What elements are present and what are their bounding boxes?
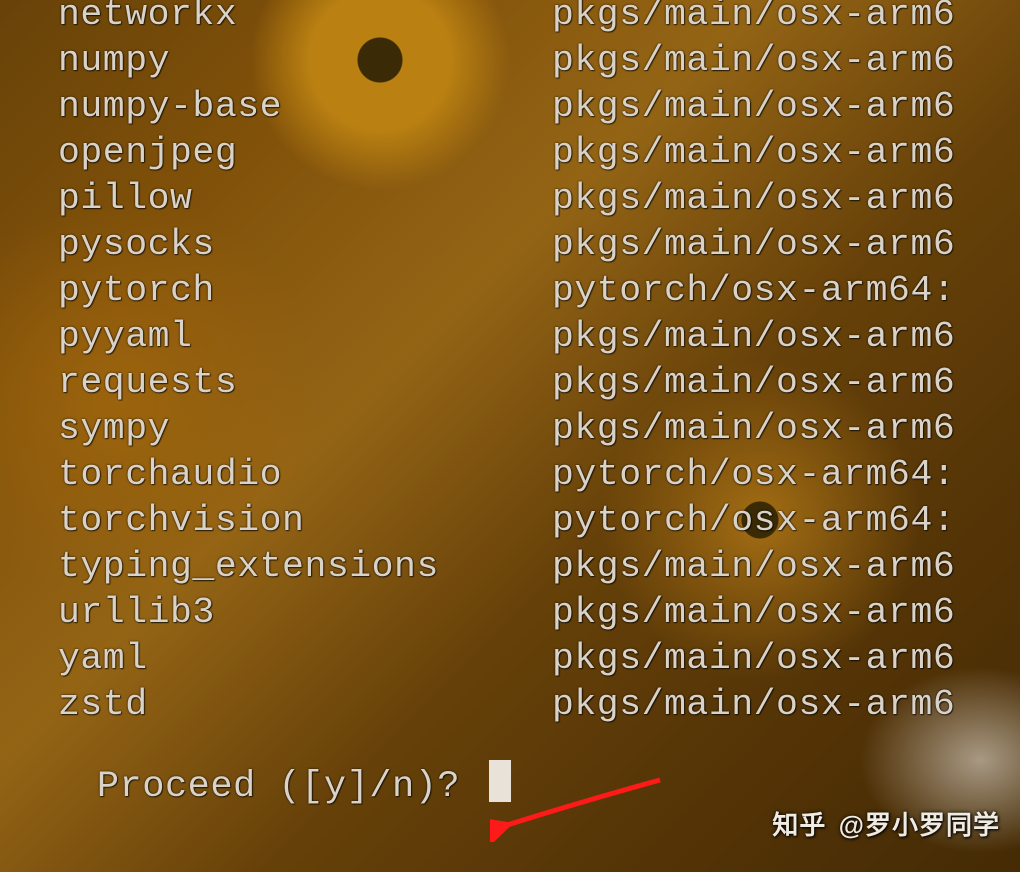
package-source: pytorch/osx-arm64: [552, 268, 955, 314]
package-name: sympy [6, 406, 552, 452]
package-name: urllib3 [6, 590, 552, 636]
package-row: urllib3pkgs/main/osx-arm6 [6, 590, 1020, 636]
package-source: pytorch/osx-arm64: [552, 452, 955, 498]
package-row: typing_extensionspkgs/main/osx-arm6 [6, 544, 1020, 590]
prompt-line[interactable]: Proceed ([y]/n)? [6, 708, 511, 856]
package-source: pkgs/main/osx-arm6 [552, 590, 955, 636]
package-row: numpy-basepkgs/main/osx-arm6 [6, 84, 1020, 130]
package-name: pytorch [6, 268, 552, 314]
package-row: pysockspkgs/main/osx-arm6 [6, 222, 1020, 268]
package-name: requests [6, 360, 552, 406]
package-source: pkgs/main/osx-arm6 [552, 636, 955, 682]
package-list: networkxpkgs/main/osx-arm6numpypkgs/main… [6, 0, 1020, 728]
package-source: pkgs/main/osx-arm6 [552, 682, 955, 728]
cursor[interactable] [489, 760, 511, 802]
package-name: pillow [6, 176, 552, 222]
package-row: networkxpkgs/main/osx-arm6 [6, 0, 1020, 38]
package-name: torchvision [6, 498, 552, 544]
prompt-text: Proceed ([y]/n)? [97, 766, 483, 808]
package-name: yaml [6, 636, 552, 682]
package-source: pkgs/main/osx-arm6 [552, 84, 955, 130]
package-source: pkgs/main/osx-arm6 [552, 38, 955, 84]
watermark: 知乎 @罗小罗同学 [772, 805, 1000, 842]
package-source: pkgs/main/osx-arm6 [552, 176, 955, 222]
package-name: numpy [6, 38, 552, 84]
package-source: pkgs/main/osx-arm6 [552, 406, 955, 452]
package-row: openjpegpkgs/main/osx-arm6 [6, 130, 1020, 176]
package-source: pytorch/osx-arm64: [552, 498, 955, 544]
package-source: pkgs/main/osx-arm6 [552, 544, 955, 590]
package-name: torchaudio [6, 452, 552, 498]
package-row: numpypkgs/main/osx-arm6 [6, 38, 1020, 84]
package-row: sympypkgs/main/osx-arm6 [6, 406, 1020, 452]
package-source: pkgs/main/osx-arm6 [552, 222, 955, 268]
package-name: networkx [6, 0, 552, 38]
package-row: yamlpkgs/main/osx-arm6 [6, 636, 1020, 682]
package-row: torchaudiopytorch/osx-arm64: [6, 452, 1020, 498]
watermark-site: 知乎 [772, 810, 826, 840]
terminal-output: networkxpkgs/main/osx-arm6numpypkgs/main… [0, 0, 1020, 872]
package-name: pyyaml [6, 314, 552, 360]
package-row: requestspkgs/main/osx-arm6 [6, 360, 1020, 406]
package-row: pillowpkgs/main/osx-arm6 [6, 176, 1020, 222]
package-name: openjpeg [6, 130, 552, 176]
package-row: torchvisionpytorch/osx-arm64: [6, 498, 1020, 544]
watermark-handle: @罗小罗同学 [839, 810, 1000, 840]
package-row: pytorchpytorch/osx-arm64: [6, 268, 1020, 314]
package-source: pkgs/main/osx-arm6 [552, 130, 955, 176]
package-name: numpy-base [6, 84, 552, 130]
package-name: pysocks [6, 222, 552, 268]
package-name: typing_extensions [6, 544, 552, 590]
package-source: pkgs/main/osx-arm6 [552, 360, 955, 406]
package-source: pkgs/main/osx-arm6 [552, 0, 955, 38]
package-row: pyyamlpkgs/main/osx-arm6 [6, 314, 1020, 360]
package-source: pkgs/main/osx-arm6 [552, 314, 955, 360]
